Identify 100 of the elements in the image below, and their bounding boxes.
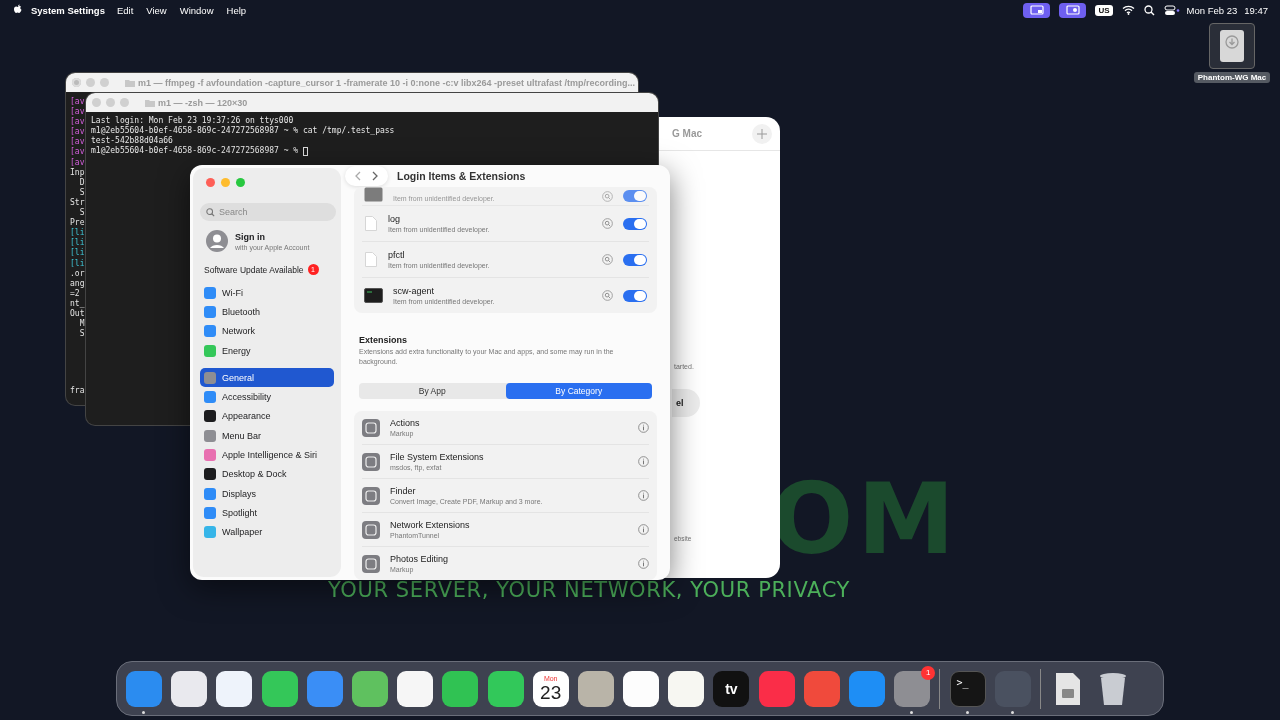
toggle-switch[interactable] [623,217,647,230]
sign-in-link[interactable]: Sign in [235,231,310,242]
terminal-line: =2 [70,288,80,299]
terminal-line: [av [70,107,85,117]
app-icon[interactable] [577,670,614,707]
terminal-line: Pre [70,218,85,228]
sidebar-item[interactable]: Network [200,321,334,341]
terminal-line: Str [70,197,85,208]
app-icon[interactable] [351,670,388,707]
cancel-button[interactable]: el [672,389,700,417]
sidebar-item[interactable]: Apple Intelligence & Siri [200,445,334,465]
terminal-line: ang [70,278,85,289]
menu-item[interactable]: View [146,4,167,16]
info-button[interactable] [638,422,649,433]
terminal-line: [av [70,117,85,127]
toggle-switch[interactable] [623,253,647,266]
screen-share-icon[interactable] [1059,2,1087,18]
terminal-line: Inp [70,167,85,178]
terminal-line: m1@2eb55604-b0ef-4658-869c-247272568987 ~ % cat /tmp/.test_pass [91,126,395,136]
add-button[interactable] [752,123,772,144]
terminal-line: test-542b88d04a66 [91,136,173,146]
app-icon[interactable] [261,670,298,707]
toggle-switch[interactable] [623,289,647,302]
sidebar-item[interactable]: Appearance [200,406,334,427]
window-title: m1 — -zsh — 120×30 [158,97,248,108]
tv-app-icon[interactable]: tv [713,670,750,707]
running-indicator [910,710,914,714]
search-icon[interactable] [1143,4,1155,16]
app-icon[interactable] [171,670,208,707]
extension-icon [362,520,380,539]
app-icon[interactable] [397,670,434,707]
info-button[interactable] [638,490,649,501]
document-icon [364,215,378,232]
magnifier-button[interactable] [602,218,613,229]
menu-item[interactable]: Window [179,4,214,16]
software-update-link[interactable]: Software Update Available [204,264,304,275]
terminal-line: S [78,208,85,218]
terminal-line: [av [70,97,85,107]
app-icon[interactable] [668,670,705,707]
keyboard-layout-indicator[interactable]: US [1095,4,1113,16]
terminal-line: [li [70,258,85,269]
window-title: G Mac [672,128,702,139]
folder-icon [145,98,155,107]
toggle-switch[interactable] [623,190,647,202]
avatar-icon[interactable] [206,230,228,252]
extension-name: Finder [390,486,417,496]
menu-bar-time[interactable]: 19:47 [1244,4,1268,16]
screen-share-icon[interactable] [1023,2,1051,18]
sidebar-item[interactable]: Energy [200,340,334,361]
menu-bar-date[interactable]: Mon Feb 23 [1186,4,1238,16]
info-button[interactable] [638,456,649,467]
extension-name: Network Extensions [390,520,471,530]
info-button[interactable] [638,524,649,535]
terminal-line: M [78,319,85,329]
app-icon[interactable] [623,670,660,707]
magnifier-button[interactable] [602,290,613,301]
segment-tab[interactable]: By App [359,383,506,399]
control-center-icon[interactable] [1163,4,1180,16]
terminal-line: S [78,187,85,198]
sidebar-item[interactable]: Menu Bar [200,426,334,446]
sidebar-item[interactable]: Spotlight [200,503,334,523]
extension-name: Photos Editing [390,554,450,564]
close-button[interactable] [72,78,81,87]
wallpaper-tagline: YOUR SERVER, YOUR NETWORK, YOUR PRIVACY [328,578,850,602]
app-name-menu[interactable]: System Settings [31,4,105,16]
app-icon[interactable] [487,670,524,707]
sidebar-item[interactable]: Bluetooth [200,302,334,322]
menu-item[interactable]: Edit [116,4,134,16]
sidebar-item[interactable]: Desktop & Dock [200,464,334,484]
terminal-app-icon [364,288,383,303]
app-icon[interactable] [216,670,253,707]
desktop-icon-label[interactable]: Phantom-WG Mac [1193,72,1271,83]
extension-icon [362,486,380,505]
segment-tab[interactable]: By Category [505,383,652,399]
terminal-line: S [78,329,85,340]
running-indicator [142,710,145,714]
wifi-icon[interactable] [1121,5,1135,15]
sidebar-item[interactable]: General [200,368,334,388]
terminal-line: [av [70,147,85,158]
close-button[interactable] [206,178,215,187]
magnifier-button[interactable] [602,191,613,202]
running-indicator [1010,710,1014,714]
search-field[interactable]: Search [200,203,336,221]
terminal-line: [av [70,137,85,147]
sidebar-item[interactable]: Accessibility [200,387,334,407]
login-item-name: scw-agent [393,286,436,296]
apple-logo-icon[interactable] [13,4,23,16]
sidebar-item[interactable]: Wi-Fi [200,283,334,303]
extension-name: Actions [390,418,421,428]
terminal-line: D [78,177,85,188]
info-button[interactable] [638,558,649,569]
sidebar-item[interactable]: Wallpaper [200,522,334,542]
terminal-line: [av [70,127,85,137]
sidebar-item[interactable]: Displays [200,483,334,504]
terminal-app-icon[interactable]: >_ [949,670,986,707]
app-icon[interactable] [442,670,479,707]
zoom-button[interactable] [236,178,245,187]
magnifier-button[interactable] [602,254,613,265]
menu-item[interactable]: Help [226,4,247,16]
extension-icon [362,554,380,573]
